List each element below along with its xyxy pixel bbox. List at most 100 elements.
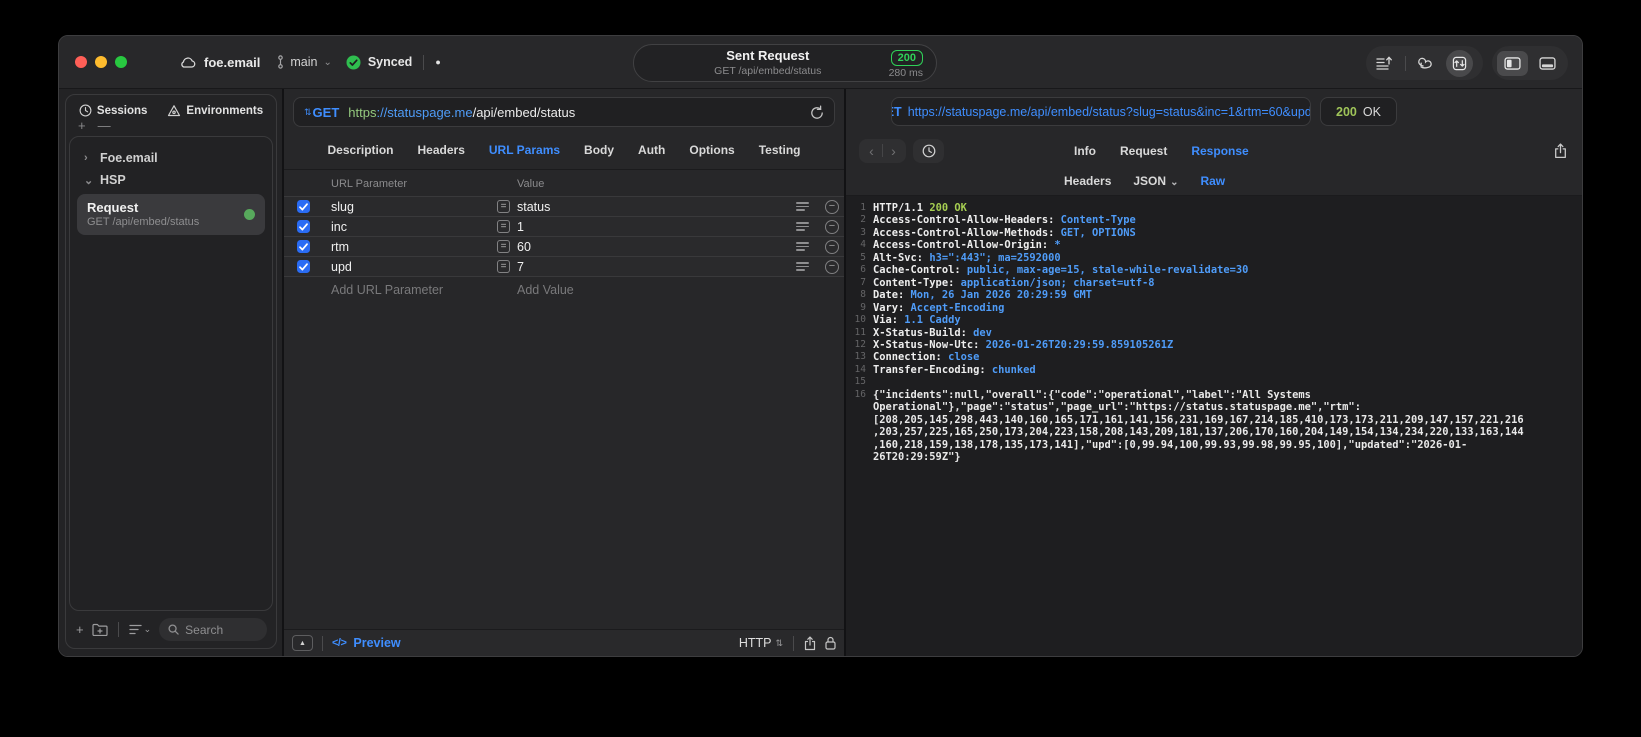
- line-number: 1: [860, 202, 866, 213]
- param-name-input[interactable]: rtm: [331, 240, 497, 254]
- sync-check-icon: [346, 55, 361, 70]
- drag-handle-icon[interactable]: [796, 260, 810, 273]
- divider: [793, 635, 794, 651]
- column-url-parameter: URL Parameter: [331, 178, 408, 190]
- code-line: 16 {"incidents":null,"overall":{"code":"o…: [846, 389, 1582, 464]
- sidebar-search-input[interactable]: Search: [159, 618, 267, 641]
- code-line: 2 Access-Control-Allow-Headers: Content-T…: [846, 214, 1582, 226]
- close-window-button[interactable]: [75, 56, 87, 68]
- subtab-headers[interactable]: Headers: [1064, 174, 1111, 188]
- param-value-input[interactable]: 60: [517, 240, 796, 254]
- add-value[interactable]: Add Value: [517, 283, 574, 297]
- minimize-window-button[interactable]: [95, 56, 107, 68]
- code-line: 11 X-Status-Build: dev: [846, 327, 1582, 339]
- code-line: 8 Date: Mon, 26 Jan 2026 20:29:59 GMT: [846, 289, 1582, 301]
- param-row[interactable]: upd = 7 −: [284, 256, 844, 276]
- tree-group-foe-email[interactable]: › Foe.email: [74, 147, 268, 169]
- request-url-field[interactable]: ⇅ GET https://statuspage.me/api/embed/st…: [293, 97, 835, 127]
- request-editor-pane: ⇅ GET https://statuspage.me/api/embed/st…: [282, 89, 846, 656]
- export-response-icon[interactable]: [1554, 142, 1567, 159]
- new-folder-icon[interactable]: [91, 623, 108, 636]
- drag-handle-icon[interactable]: [796, 240, 810, 253]
- tab-description[interactable]: Description: [328, 143, 394, 157]
- column-value: Value: [517, 178, 545, 190]
- tab-sessions[interactable]: Sessions: [79, 104, 147, 117]
- code-line: 5 Alt-Svc: h3=":443"; ma=2592000: [846, 252, 1582, 264]
- tab-testing[interactable]: Testing: [759, 143, 801, 157]
- drag-handle-icon[interactable]: [796, 220, 810, 233]
- remove-param-icon[interactable]: −: [825, 219, 839, 234]
- tab-environments[interactable]: Environments: [167, 104, 263, 117]
- tab-response[interactable]: Response: [1191, 144, 1248, 158]
- sort-list-icon[interactable]: ⌄: [128, 624, 151, 635]
- line-number: 15: [854, 376, 866, 388]
- preview-button[interactable]: </> Preview: [332, 636, 401, 650]
- share-icon[interactable]: [804, 635, 816, 651]
- add-request-icon[interactable]: +: [76, 622, 84, 637]
- response-url-box[interactable]: GET https://statuspage.me/api/embed/stat…: [891, 97, 1311, 126]
- collapse-panel-button[interactable]: ▲: [292, 635, 313, 651]
- sidebar-request-item[interactable]: Request GET /api/embed/status: [77, 194, 265, 235]
- add-icon[interactable]: +: [78, 119, 86, 133]
- param-row[interactable]: inc = 1 −: [284, 216, 844, 236]
- titlebar: foe.email main ⌄ Synced ● Sent Request G…: [59, 36, 1582, 89]
- tree-group-hsp[interactable]: ⌄ HSP: [74, 169, 268, 191]
- subtab-raw[interactable]: Raw: [1200, 174, 1225, 188]
- tab-info[interactable]: Info: [1074, 144, 1096, 158]
- code-line: 7 Content-Type: application/json; charset…: [846, 277, 1582, 289]
- remove-icon[interactable]: —: [98, 119, 111, 133]
- equals-icon: =: [497, 200, 510, 213]
- tab-auth[interactable]: Auth: [638, 143, 665, 157]
- search-icon: [168, 624, 179, 635]
- param-name-input[interactable]: inc: [331, 220, 497, 234]
- param-row[interactable]: rtm = 60 −: [284, 236, 844, 256]
- param-checkbox[interactable]: [297, 240, 310, 253]
- tab-request[interactable]: Request: [1120, 144, 1167, 158]
- remove-param-icon[interactable]: −: [825, 239, 839, 254]
- history-clock-button[interactable]: [913, 138, 944, 163]
- traffic-lights: [75, 56, 127, 68]
- toggle-bottom-panel-button[interactable]: [1532, 51, 1563, 76]
- import-export-icon[interactable]: [1376, 56, 1394, 70]
- protocol-select[interactable]: HTTP ⇅: [739, 636, 783, 650]
- param-checkbox[interactable]: [297, 200, 310, 213]
- drag-handle-icon[interactable]: [796, 200, 810, 213]
- sent-request-title: Sent Request: [726, 48, 810, 64]
- sync-loop-icon[interactable]: [1417, 56, 1435, 71]
- tab-options[interactable]: Options: [689, 143, 734, 157]
- toggle-sidebar-button[interactable]: [1497, 50, 1528, 76]
- response-status-code: 200: [1336, 104, 1357, 119]
- param-name-input[interactable]: slug: [331, 200, 497, 214]
- subtab-json[interactable]: JSON ⌄: [1133, 174, 1178, 188]
- divider: [1405, 55, 1406, 71]
- tab-body[interactable]: Body: [584, 143, 614, 157]
- search-placeholder: Search: [185, 622, 224, 637]
- set-square-icon: [168, 105, 181, 117]
- forward-button[interactable]: ›: [883, 140, 904, 162]
- add-url-parameter[interactable]: Add URL Parameter: [331, 283, 517, 297]
- repeat-request-button[interactable]: [1446, 49, 1473, 77]
- history-nav: ‹ ›: [859, 138, 906, 163]
- sent-request-pill[interactable]: Sent Request GET /api/embed/status 200 2…: [633, 44, 937, 82]
- remove-param-icon[interactable]: −: [825, 199, 839, 214]
- lock-icon[interactable]: [825, 636, 836, 650]
- branch-name[interactable]: main: [290, 55, 317, 69]
- zoom-window-button[interactable]: [115, 56, 127, 68]
- param-row[interactable]: slug = status −: [284, 196, 844, 216]
- project-name[interactable]: foe.email: [204, 55, 260, 70]
- param-checkbox[interactable]: [297, 220, 310, 233]
- method-select[interactable]: ⇅ GET: [304, 105, 339, 120]
- back-button[interactable]: ‹: [861, 140, 882, 162]
- param-name-input[interactable]: upd: [331, 260, 497, 274]
- remove-param-icon[interactable]: −: [825, 259, 839, 274]
- param-checkbox[interactable]: [297, 260, 310, 273]
- chevron-down-icon[interactable]: ⌄: [84, 174, 93, 187]
- param-value-input[interactable]: 1: [517, 220, 796, 234]
- tab-headers[interactable]: Headers: [418, 143, 465, 157]
- chevron-right-icon[interactable]: ›: [84, 152, 93, 164]
- tab-url-params[interactable]: URL Params: [489, 143, 560, 157]
- chevron-down-icon[interactable]: ⌄: [323, 57, 331, 68]
- resend-request-icon[interactable]: [810, 105, 824, 120]
- param-value-input[interactable]: 7: [517, 260, 796, 274]
- param-value-input[interactable]: status: [517, 200, 796, 214]
